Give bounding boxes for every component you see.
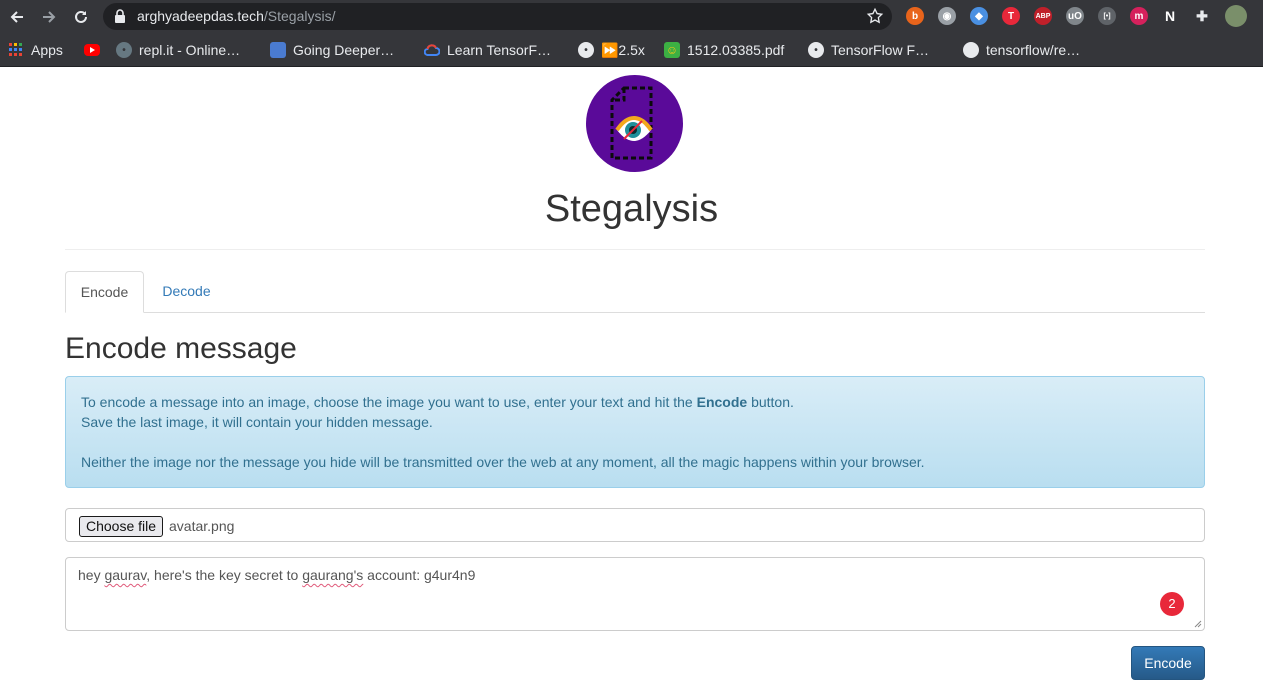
- resize-handle-icon[interactable]: [1193, 619, 1202, 628]
- choose-file-button[interactable]: Choose file: [79, 516, 164, 537]
- bookmark-label: ⏩2.5x: [601, 41, 645, 58]
- bookmark-label: Going Deeper…: [293, 42, 395, 58]
- bookmark-item[interactable]: Going Deeper…: [270, 40, 394, 60]
- profile-avatar[interactable]: [1225, 5, 1247, 27]
- bookmark-item[interactable]: ☺ 1512.03385.pdf: [664, 40, 784, 60]
- bookmark-item[interactable]: [84, 40, 100, 60]
- arrow-right-icon: [43, 11, 56, 23]
- stegalysis-logo: [586, 75, 683, 172]
- bookmark-star-icon[interactable]: [866, 7, 884, 25]
- encode-button[interactable]: Encode: [1131, 646, 1205, 680]
- alert-line-2: Save the last image, it will contain you…: [81, 414, 433, 430]
- bookmark-item[interactable]: tensorflow/re…: [963, 40, 1080, 60]
- going-deeper-icon: [270, 42, 286, 58]
- google-cloud-icon: [424, 42, 440, 58]
- bookmark-item[interactable]: • repl.it - Online…: [116, 40, 240, 60]
- brave-icon[interactable]: b: [906, 7, 924, 25]
- selected-file-name: avatar.png: [169, 518, 235, 534]
- url-text: arghyadeepdas.tech/Stegalysis/: [137, 8, 336, 24]
- bookmark-label: repl.it - Online…: [139, 42, 241, 58]
- tensorflow-icon: •: [808, 42, 824, 58]
- forward-button[interactable]: [36, 4, 62, 30]
- replit-icon: •: [116, 42, 132, 58]
- smiley-icon: ☺: [664, 42, 680, 58]
- reload-button[interactable]: [68, 4, 94, 30]
- tabs: Encode Decode: [65, 271, 1205, 313]
- camera-icon[interactable]: ◉: [938, 7, 956, 25]
- puzzle-icon[interactable]: ✚: [1193, 7, 1211, 25]
- site-title: Stegalysis: [544, 188, 719, 230]
- alert-line-1: To encode a message into an image, choos…: [81, 394, 794, 410]
- arrow-left-icon: [10, 11, 23, 23]
- file-input[interactable]: Choose file avatar.png: [65, 508, 1205, 542]
- message-textarea[interactable]: hey gaurav, here's the key secret to gau…: [65, 557, 1205, 631]
- bookmark-item[interactable]: • ⏩2.5x: [578, 40, 645, 60]
- reload-icon: [75, 10, 87, 23]
- bookmark-label: Apps: [31, 42, 63, 58]
- youtube-icon: [84, 44, 100, 56]
- logo-eye-document-icon: [610, 86, 653, 160]
- bookmark-item[interactable]: • TensorFlow F…: [808, 40, 929, 60]
- code-icon[interactable]: [•]: [1098, 7, 1116, 25]
- bookmark-label: 1512.03385.pdf: [687, 42, 785, 58]
- notion-icon[interactable]: N: [1161, 7, 1179, 25]
- apps-grid-icon: [8, 42, 24, 58]
- m-icon[interactable]: m: [1130, 7, 1148, 25]
- page-content: Stegalysis Encode Decode Encode message …: [0, 68, 1263, 698]
- bookmark-item[interactable]: Apps: [8, 40, 63, 60]
- lock-icon: [115, 9, 125, 23]
- github-icon: [963, 42, 979, 58]
- bookmark-label: TensorFlow F…: [831, 42, 930, 58]
- info-alert: To encode a message into an image, choos…: [65, 376, 1205, 488]
- divider: [65, 249, 1205, 250]
- globe-icon: •: [578, 42, 594, 58]
- address-bar[interactable]: arghyadeepdas.tech/Stegalysis/: [103, 3, 892, 30]
- bookmark-label: Learn TensorF…: [447, 42, 552, 58]
- diamond-icon[interactable]: ◆: [970, 7, 988, 25]
- bookmarks-bar: Apps • repl.it - Online… Going Deeper… Learn…: [0, 33, 1263, 67]
- t-icon[interactable]: T: [1002, 7, 1020, 25]
- back-button[interactable]: [4, 4, 30, 30]
- tab-encode[interactable]: Encode: [65, 271, 144, 313]
- page-heading: Encode message: [65, 332, 297, 365]
- tab-decode[interactable]: Decode: [147, 271, 226, 313]
- bookmark-label: tensorflow/re…: [986, 42, 1081, 58]
- adblock-icon[interactable]: ABP: [1034, 7, 1052, 25]
- browser-toolbar: arghyadeepdas.tech/Stegalysis/ b ◉ ◆ T ABP uO…: [0, 0, 1263, 33]
- alert-line-3: Neither the image nor the message you hi…: [81, 454, 925, 470]
- grammar-count-badge[interactable]: 2: [1160, 592, 1184, 616]
- bookmark-item[interactable]: Learn TensorF…: [424, 40, 551, 60]
- ublock-icon[interactable]: uO: [1066, 7, 1084, 25]
